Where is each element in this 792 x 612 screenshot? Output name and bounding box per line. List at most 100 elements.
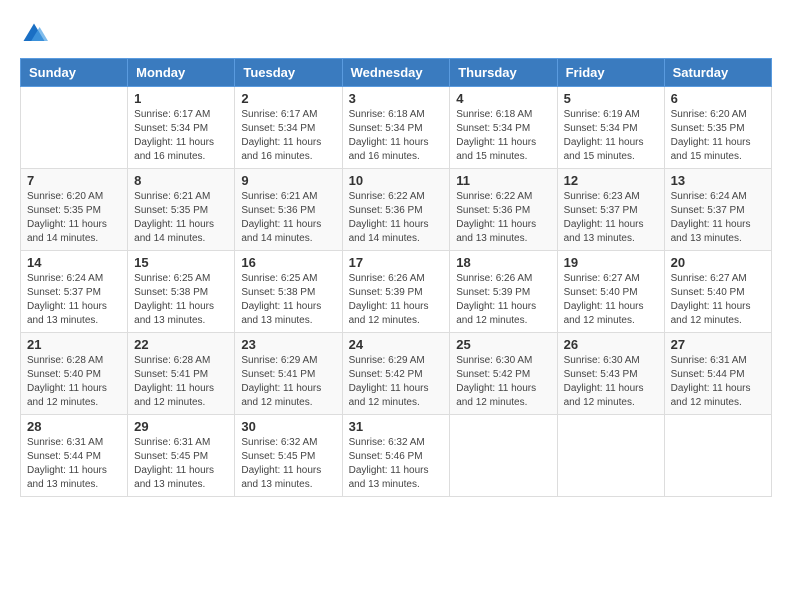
calendar-cell: 1Sunrise: 6:17 AM Sunset: 5:34 PM Daylig…: [128, 87, 235, 169]
calendar-cell: 30 Sunrise: 6:32 AM Sunset: 5:45 PM Dayli…: [235, 415, 342, 497]
calendar-week-row: 1Sunrise: 6:17 AM Sunset: 5:34 PM Daylig…: [21, 87, 772, 169]
day-number: 28: [27, 419, 121, 434]
calendar-cell: 17 Sunrise: 6:26 AM Sunset: 5:39 PM Dayli…: [342, 251, 450, 333]
day-info: Sunrise: 6:21 AM Sunset: 5:36 PM Dayligh…: [241, 190, 335, 246]
calendar-cell: 7 Sunrise: 6:20 AM Sunset: 5:35 PM Daylig…: [21, 169, 128, 251]
day-info: Sunrise: 6:28 AM Sunset: 5:41 PM Dayligh…: [134, 354, 228, 410]
day-number: 14: [27, 255, 121, 270]
day-info: Sunrise: 6:30 AM Sunset: 5:42 PM Dayligh…: [456, 354, 550, 410]
day-number: 30: [241, 419, 335, 434]
day-info: Sunrise: 6:32 AM Sunset: 5:45 PM Dayligh…: [241, 436, 335, 492]
calendar-cell: 26 Sunrise: 6:30 AM Sunset: 5:43 PM Dayli…: [557, 333, 664, 415]
day-info: Sunrise: 6:19 AM Sunset: 5:34 PM Dayligh…: [564, 108, 658, 164]
calendar-cell: 4Sunrise: 6:18 AM Sunset: 5:34 PM Daylig…: [450, 87, 557, 169]
day-info: Sunrise: 6:31 AM Sunset: 5:44 PM Dayligh…: [671, 354, 765, 410]
calendar-cell: 21 Sunrise: 6:28 AM Sunset: 5:40 PM Dayli…: [21, 333, 128, 415]
day-info: Sunrise: 6:31 AM Sunset: 5:44 PM Dayligh…: [27, 436, 121, 492]
calendar-week-row: 28 Sunrise: 6:31 AM Sunset: 5:44 PM Dayli…: [21, 415, 772, 497]
day-info: Sunrise: 6:28 AM Sunset: 5:40 PM Dayligh…: [27, 354, 121, 410]
calendar-cell: 24 Sunrise: 6:29 AM Sunset: 5:42 PM Dayli…: [342, 333, 450, 415]
calendar-cell: 20 Sunrise: 6:27 AM Sunset: 5:40 PM Dayli…: [664, 251, 771, 333]
calendar-cell: 18Sunrise: 6:26 AM Sunset: 5:39 PM Dayli…: [450, 251, 557, 333]
calendar-cell: [664, 415, 771, 497]
day-info: Sunrise: 6:26 AM Sunset: 5:39 PM Dayligh…: [349, 272, 444, 328]
day-info: Sunrise: 6:22 AM Sunset: 5:36 PM Dayligh…: [456, 190, 550, 246]
day-info: Sunrise: 6:29 AM Sunset: 5:41 PM Dayligh…: [241, 354, 335, 410]
day-info: Sunrise: 6:17 AM Sunset: 5:34 PM Dayligh…: [241, 108, 335, 164]
calendar-cell: 25 Sunrise: 6:30 AM Sunset: 5:42 PM Dayli…: [450, 333, 557, 415]
calendar-cell: 16 Sunrise: 6:25 AM Sunset: 5:38 PM Dayli…: [235, 251, 342, 333]
day-number: 20: [671, 255, 765, 270]
day-number: 17: [349, 255, 444, 270]
calendar-cell: 9 Sunrise: 6:21 AM Sunset: 5:36 PM Daylig…: [235, 169, 342, 251]
calendar-cell: 27 Sunrise: 6:31 AM Sunset: 5:44 PM Dayli…: [664, 333, 771, 415]
calendar-cell: 5 Sunrise: 6:19 AM Sunset: 5:34 PM Daylig…: [557, 87, 664, 169]
calendar-cell: 2 Sunrise: 6:17 AM Sunset: 5:34 PM Daylig…: [235, 87, 342, 169]
day-info: Sunrise: 6:20 AM Sunset: 5:35 PM Dayligh…: [671, 108, 765, 164]
calendar-cell: 15 Sunrise: 6:25 AM Sunset: 5:38 PM Dayli…: [128, 251, 235, 333]
day-number: 7: [27, 173, 121, 188]
day-number: 22: [134, 337, 228, 352]
calendar-header: SundayMondayTuesdayWednesdayThursdayFrid…: [21, 59, 772, 87]
day-number: 2: [241, 91, 335, 106]
day-info: Sunrise: 6:25 AM Sunset: 5:38 PM Dayligh…: [241, 272, 335, 328]
day-info: Sunrise: 6:27 AM Sunset: 5:40 PM Dayligh…: [564, 272, 658, 328]
calendar-cell: 8Sunrise: 6:21 AM Sunset: 5:35 PM Daylig…: [128, 169, 235, 251]
day-number: 24: [349, 337, 444, 352]
day-number: 25: [456, 337, 550, 352]
weekday-header: Monday: [128, 59, 235, 87]
calendar-cell: 13 Sunrise: 6:24 AM Sunset: 5:37 PM Dayli…: [664, 169, 771, 251]
weekday-header: Tuesday: [235, 59, 342, 87]
calendar-cell: [21, 87, 128, 169]
day-info: Sunrise: 6:23 AM Sunset: 5:37 PM Dayligh…: [564, 190, 658, 246]
day-info: Sunrise: 6:24 AM Sunset: 5:37 PM Dayligh…: [27, 272, 121, 328]
day-info: Sunrise: 6:17 AM Sunset: 5:34 PM Dayligh…: [134, 108, 228, 164]
page-header: [20, 20, 772, 48]
day-info: Sunrise: 6:21 AM Sunset: 5:35 PM Dayligh…: [134, 190, 228, 246]
day-number: 19: [564, 255, 658, 270]
calendar-cell: 12 Sunrise: 6:23 AM Sunset: 5:37 PM Dayli…: [557, 169, 664, 251]
day-number: 3: [349, 91, 444, 106]
calendar-cell: 10Sunrise: 6:22 AM Sunset: 5:36 PM Dayli…: [342, 169, 450, 251]
day-info: Sunrise: 6:18 AM Sunset: 5:34 PM Dayligh…: [349, 108, 444, 164]
day-number: 23: [241, 337, 335, 352]
day-number: 15: [134, 255, 228, 270]
day-info: Sunrise: 6:25 AM Sunset: 5:38 PM Dayligh…: [134, 272, 228, 328]
day-number: 13: [671, 173, 765, 188]
day-number: 11: [456, 173, 550, 188]
calendar-week-row: 7 Sunrise: 6:20 AM Sunset: 5:35 PM Daylig…: [21, 169, 772, 251]
day-info: Sunrise: 6:18 AM Sunset: 5:34 PM Dayligh…: [456, 108, 550, 164]
day-info: Sunrise: 6:24 AM Sunset: 5:37 PM Dayligh…: [671, 190, 765, 246]
calendar-cell: 3 Sunrise: 6:18 AM Sunset: 5:34 PM Daylig…: [342, 87, 450, 169]
day-info: Sunrise: 6:30 AM Sunset: 5:43 PM Dayligh…: [564, 354, 658, 410]
weekday-header: Sunday: [21, 59, 128, 87]
day-number: 29: [134, 419, 228, 434]
day-number: 27: [671, 337, 765, 352]
day-info: Sunrise: 6:31 AM Sunset: 5:45 PM Dayligh…: [134, 436, 228, 492]
calendar-cell: 29 Sunrise: 6:31 AM Sunset: 5:45 PM Dayli…: [128, 415, 235, 497]
logo-icon: [20, 20, 48, 48]
calendar-cell: [557, 415, 664, 497]
day-number: 21: [27, 337, 121, 352]
day-number: 12: [564, 173, 658, 188]
calendar-cell: 14 Sunrise: 6:24 AM Sunset: 5:37 PM Dayli…: [21, 251, 128, 333]
calendar-cell: [450, 415, 557, 497]
weekday-header: Wednesday: [342, 59, 450, 87]
day-info: Sunrise: 6:27 AM Sunset: 5:40 PM Dayligh…: [671, 272, 765, 328]
calendar-cell: 28 Sunrise: 6:31 AM Sunset: 5:44 PM Dayli…: [21, 415, 128, 497]
day-info: Sunrise: 6:29 AM Sunset: 5:42 PM Dayligh…: [349, 354, 444, 410]
day-number: 9: [241, 173, 335, 188]
day-number: 26: [564, 337, 658, 352]
day-number: 31: [349, 419, 444, 434]
day-number: 16: [241, 255, 335, 270]
weekday-header: Friday: [557, 59, 664, 87]
day-info: Sunrise: 6:26 AM Sunset: 5:39 PM Dayligh…: [456, 272, 550, 328]
day-number: 5: [564, 91, 658, 106]
day-info: Sunrise: 6:32 AM Sunset: 5:46 PM Dayligh…: [349, 436, 444, 492]
calendar-cell: 19 Sunrise: 6:27 AM Sunset: 5:40 PM Dayli…: [557, 251, 664, 333]
weekday-header: Saturday: [664, 59, 771, 87]
day-info: Sunrise: 6:20 AM Sunset: 5:35 PM Dayligh…: [27, 190, 121, 246]
day-info: Sunrise: 6:22 AM Sunset: 5:36 PM Dayligh…: [349, 190, 444, 246]
calendar-week-row: 21 Sunrise: 6:28 AM Sunset: 5:40 PM Dayli…: [21, 333, 772, 415]
logo: [20, 20, 52, 48]
